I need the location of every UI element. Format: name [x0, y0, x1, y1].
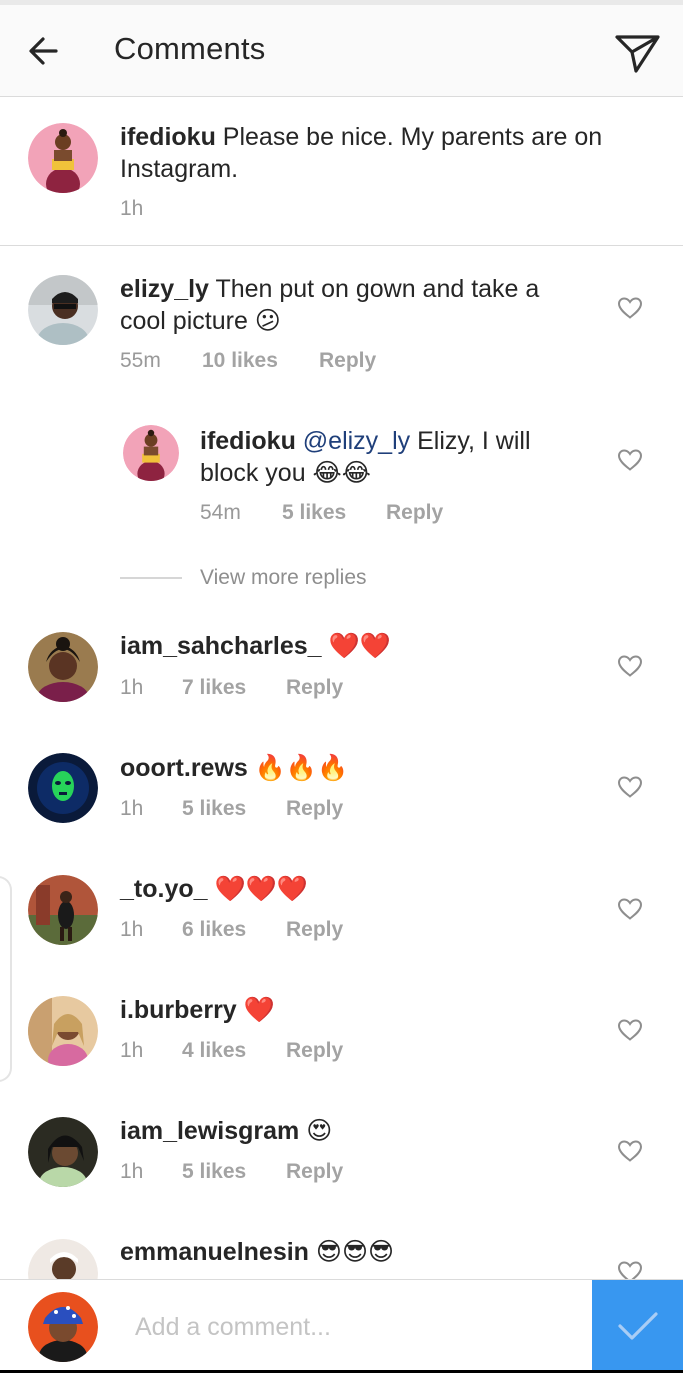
heart-icon [617, 1140, 643, 1162]
comment-text: ❤️ [236, 996, 275, 1024]
avatar[interactable] [28, 875, 98, 945]
like-button[interactable] [617, 1139, 643, 1163]
reply-button[interactable]: Reply [286, 676, 343, 700]
comment-meta: 1h 6 likes Reply [120, 918, 343, 942]
post-button[interactable] [592, 1280, 683, 1371]
comment-text-block: elizy_ly Then put on gown and take a coo… [120, 273, 590, 337]
username[interactable]: iam_lewisgram [120, 1117, 299, 1145]
view-more-replies-label[interactable]: View more replies [200, 566, 367, 590]
avatar[interactable] [28, 996, 98, 1066]
username[interactable]: ooort.rews [120, 754, 248, 782]
comment-meta: 1h 7 likes Reply [120, 676, 343, 700]
comment-meta: 54m 5 likes Reply [200, 501, 443, 525]
comment-text-block: _to.yo_ ❤️❤️❤️ [120, 873, 590, 905]
caption-block: ifedioku Please be nice. My parents are … [0, 97, 683, 246]
comment-text: 🔥🔥🔥 [247, 754, 349, 782]
username[interactable]: _to.yo_ [120, 875, 208, 903]
comment-text-block: i.burberry ❤️ [120, 994, 590, 1026]
timestamp: 1h [120, 676, 144, 699]
reply-button[interactable]: Reply [386, 501, 443, 525]
comment-meta: 1h 5 likes Reply [120, 797, 343, 821]
username[interactable]: iam_sahcharles_ [120, 632, 322, 660]
reply-button[interactable]: Reply [286, 918, 343, 942]
mention-link[interactable]: @elizy_ly [296, 427, 410, 455]
timestamp: 1h [120, 918, 144, 941]
like-button[interactable] [617, 448, 643, 472]
comment-meta: 1h 5 likes Reply [120, 1160, 343, 1184]
likes-count[interactable]: 6 likes [182, 918, 286, 942]
reply-button[interactable]: Reply [286, 1160, 343, 1184]
current-user-avatar[interactable] [28, 1292, 98, 1362]
avatar[interactable] [28, 632, 98, 702]
comment-text-block: ooort.rews 🔥🔥🔥 [120, 752, 590, 784]
heart-icon [617, 297, 643, 319]
username[interactable]: elizy_ly [120, 275, 209, 303]
likes-count[interactable]: 4 likes [182, 1039, 286, 1063]
comment-text: ❤️❤️❤️ [207, 875, 308, 903]
heart-icon [617, 1019, 643, 1041]
like-button[interactable] [617, 296, 643, 320]
like-button[interactable] [617, 654, 643, 678]
timestamp: 1h [120, 197, 144, 220]
comment-input[interactable] [133, 1308, 577, 1346]
avatar[interactable] [28, 275, 98, 345]
username[interactable]: emmanuelnesin [120, 1238, 309, 1266]
avatar[interactable] [28, 753, 98, 823]
share-button[interactable] [608, 25, 666, 77]
timestamp: 1h [120, 1039, 144, 1062]
reply-button[interactable]: Reply [286, 1039, 343, 1063]
comment-meta: 1h [120, 197, 143, 221]
reply-button[interactable]: Reply [286, 797, 343, 821]
timestamp: 54m [200, 501, 241, 524]
like-button[interactable] [617, 775, 643, 799]
heart-icon [617, 898, 643, 920]
avatar[interactable] [28, 1117, 98, 1187]
checkmark-icon [618, 1312, 658, 1340]
likes-count[interactable]: 5 likes [282, 501, 386, 525]
comment-text-block: emmanuelnesin 😎😎😎 [120, 1236, 590, 1268]
timestamp: 55m [120, 349, 161, 372]
caption-text: ifedioku Please be nice. My parents are … [120, 121, 630, 185]
comment-text: ❤️❤️ [321, 632, 391, 660]
avatar[interactable] [123, 425, 179, 481]
page-title: Comments [114, 31, 266, 66]
like-button[interactable] [617, 1018, 643, 1042]
comment-meta: 1h 4 likes Reply [120, 1039, 343, 1063]
reply-button[interactable]: Reply [319, 349, 376, 373]
likes-count[interactable]: 5 likes [182, 797, 286, 821]
comment-text-block: ifedioku @elizy_ly Elizy, I will block y… [200, 425, 590, 489]
comment-meta: 55m 10 likes Reply [120, 349, 376, 373]
username[interactable]: ifedioku [200, 427, 296, 455]
back-button[interactable] [22, 31, 70, 71]
comment-text: 😍 [299, 1117, 333, 1145]
side-edge-handle[interactable] [0, 876, 12, 1082]
arrow-left-icon [29, 37, 58, 65]
timestamp: 1h [120, 1160, 144, 1183]
heart-icon [617, 655, 643, 677]
comment-composer [0, 1279, 683, 1371]
likes-count[interactable]: 5 likes [182, 1160, 286, 1184]
likes-count[interactable]: 10 likes [202, 349, 319, 373]
heart-icon [617, 449, 643, 471]
username[interactable]: ifedioku [120, 123, 216, 151]
timestamp: 1h [120, 797, 144, 820]
heart-icon [617, 776, 643, 798]
paper-plane-icon [615, 35, 660, 73]
likes-count[interactable]: 7 likes [182, 676, 286, 700]
header-bar: Comments [0, 5, 683, 97]
divider [120, 577, 182, 579]
username[interactable]: i.burberry [120, 996, 237, 1024]
comment-text: 😎😎😎 [308, 1238, 395, 1266]
avatar[interactable] [28, 123, 98, 193]
comment-text-block: iam_lewisgram 😍 [120, 1115, 590, 1147]
like-button[interactable] [617, 897, 643, 921]
comment-text-block: iam_sahcharles_ ❤️❤️ [120, 630, 590, 662]
